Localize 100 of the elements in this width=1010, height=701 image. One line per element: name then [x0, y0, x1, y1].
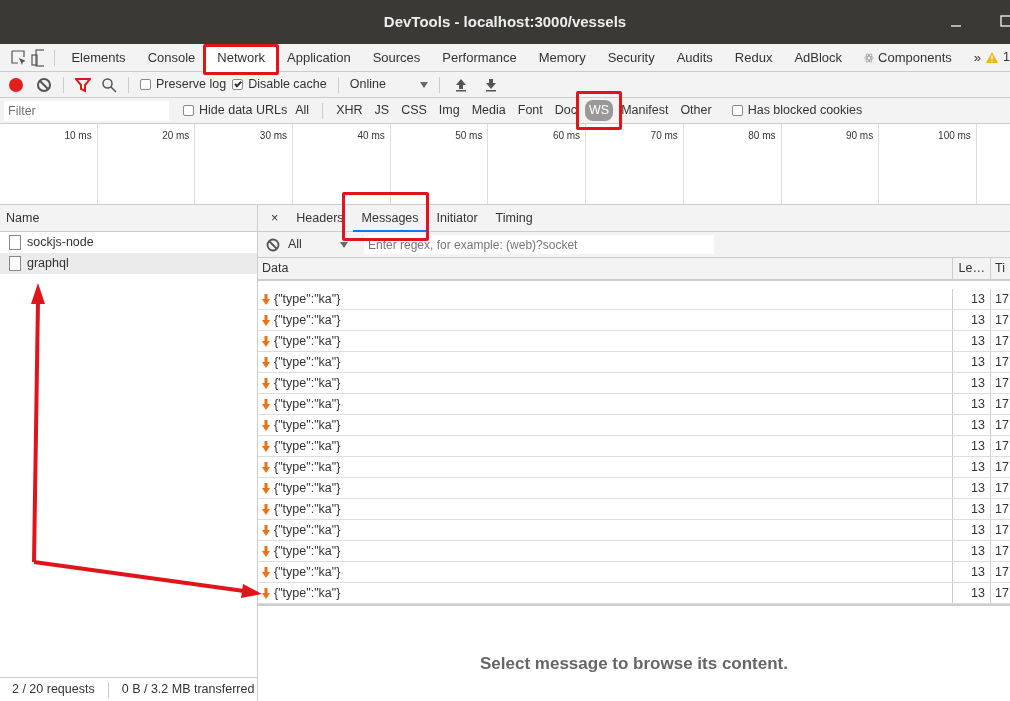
message-length: 13: [952, 352, 990, 372]
panel-tab[interactable]: Security: [596, 43, 666, 72]
atom-icon: [864, 52, 875, 63]
tick-label: 90 ms: [845, 130, 874, 141]
message-length: 13: [952, 436, 990, 456]
tick-label: 60 ms: [552, 130, 581, 141]
tick-label: 30 ms: [259, 130, 288, 141]
record-button[interactable]: [8, 76, 24, 93]
panel-tab[interactable]: Console: [136, 43, 207, 72]
message-length: 13: [952, 331, 990, 351]
message-data: {"type":"ka"}: [274, 416, 341, 434]
maximize-icon[interactable]: [1000, 15, 1010, 27]
filter-icon[interactable]: [75, 76, 91, 93]
device-toolbar-icon[interactable]: [30, 48, 44, 67]
blocked-cookies-checkbox[interactable]: Has blocked cookies: [731, 101, 863, 120]
message-time: 17: [990, 520, 1010, 540]
message-time: 17: [990, 562, 1010, 582]
message-data: {"type":"ka"}: [274, 458, 341, 476]
warning-icon: [985, 51, 1000, 64]
message-time: 17: [990, 394, 1010, 414]
type-filter[interactable]: Other: [676, 100, 716, 121]
detail-tab[interactable]: Timing: [486, 204, 542, 232]
window-title: DevTools - localhost:3000/vessels: [383, 13, 627, 30]
search-icon[interactable]: [101, 76, 117, 93]
message-data: {"type":"ka"}: [274, 437, 341, 455]
message-data: {"type":"ka"}: [274, 500, 341, 518]
message-time: 17: [990, 457, 1010, 477]
message-time: 17: [990, 541, 1010, 561]
file-icon: [9, 256, 21, 271]
down-arrow-icon: [262, 524, 270, 536]
message-length: 13: [952, 583, 990, 603]
warning-count[interactable]: 1: [985, 48, 1010, 67]
panel-tab[interactable]: Memory: [527, 43, 597, 72]
down-arrow-icon: [262, 566, 270, 578]
detail-tab[interactable]: Initiator: [427, 204, 487, 232]
panel-tab[interactable]: Audits: [665, 43, 724, 72]
filter-field[interactable]: Filter: [4, 100, 169, 121]
hide-data-urls-checkbox[interactable]: Hide data URLs: [183, 101, 288, 120]
more-tabs-button[interactable]: »: [962, 43, 986, 72]
type-filter[interactable]: XHR: [332, 100, 367, 121]
message-data: {"type":"ka"}: [274, 290, 341, 308]
type-filter[interactable]: Media: [467, 100, 510, 121]
type-filter[interactable]: Doc: [550, 100, 581, 121]
tick-label: 20 ms: [162, 130, 190, 141]
message-length: 13: [952, 289, 990, 309]
message-data: {"type":"ka"}: [274, 521, 341, 539]
panel-tab[interactable]: AdBlock: [783, 43, 854, 72]
message-time: 17: [990, 436, 1010, 456]
message-length: 13: [952, 457, 990, 477]
message-length: 13: [952, 541, 990, 561]
inspect-icon[interactable]: [10, 48, 25, 67]
down-arrow-icon: [262, 419, 270, 431]
panel-tab[interactable]: Elements: [60, 43, 137, 72]
detail-tab[interactable]: Headers: [287, 204, 353, 232]
message-data: {"type":"ka"}: [274, 479, 341, 497]
panel-tab[interactable]: Performance: [431, 43, 528, 72]
message-time: 17: [990, 499, 1010, 519]
close-button[interactable]: ×: [262, 204, 288, 232]
panel-tab[interactable]: Redux: [723, 43, 784, 72]
message-time: 17: [990, 331, 1010, 351]
message-data: {"type":"ka"}: [274, 311, 341, 329]
message-length: 13: [952, 562, 990, 582]
message-time: 17: [990, 289, 1010, 309]
preserve-log-checkbox[interactable]: Preserve log: [140, 75, 227, 94]
down-arrow-icon: [262, 482, 270, 494]
column-header: Le…: [952, 258, 990, 279]
highlight-frame: [576, 91, 623, 130]
type-filter[interactable]: Font: [513, 100, 547, 121]
type-filter[interactable]: Img: [434, 100, 464, 121]
down-arrow-icon: [262, 335, 270, 347]
type-filter[interactable]: Manifest: [617, 100, 673, 121]
down-arrow-icon: [262, 545, 270, 557]
clear-icon[interactable]: [36, 76, 52, 93]
download-icon[interactable]: [484, 77, 497, 92]
request-row[interactable]: sockjs-node: [0, 232, 257, 253]
message-time: 17: [990, 373, 1010, 393]
message-length: 13: [952, 478, 990, 498]
status-text: 0 B / 3.2 MB transferred: [121, 681, 255, 699]
clear-icon[interactable]: [266, 237, 280, 252]
tick-label: 40 ms: [357, 130, 385, 141]
disable-cache-checkbox[interactable]: Disable cache: [232, 75, 327, 94]
message-type-select[interactable]: All: [288, 235, 348, 254]
down-arrow-icon: [262, 356, 270, 368]
panel-tab[interactable]: Sources: [361, 43, 432, 72]
message-data: {"type":"ka"}: [274, 542, 341, 560]
message-time: 17: [990, 352, 1010, 372]
panel-tab[interactable]: Components: [853, 43, 963, 72]
type-filter[interactable]: All: [291, 100, 314, 121]
request-row[interactable]: graphql: [0, 253, 257, 274]
message-time: 17: [990, 478, 1010, 498]
down-arrow-icon: [262, 587, 270, 599]
message-time: 17: [990, 310, 1010, 330]
throttling-select[interactable]: Online: [349, 75, 428, 94]
type-filter[interactable]: CSS: [397, 100, 431, 121]
panel-tab[interactable]: Application: [276, 43, 362, 72]
column-header: Ti: [990, 258, 1010, 279]
down-arrow-icon: [262, 440, 270, 452]
type-filter[interactable]: JS: [370, 100, 394, 121]
upload-icon[interactable]: [454, 77, 467, 92]
message-data: {"type":"ka"}: [274, 374, 341, 392]
